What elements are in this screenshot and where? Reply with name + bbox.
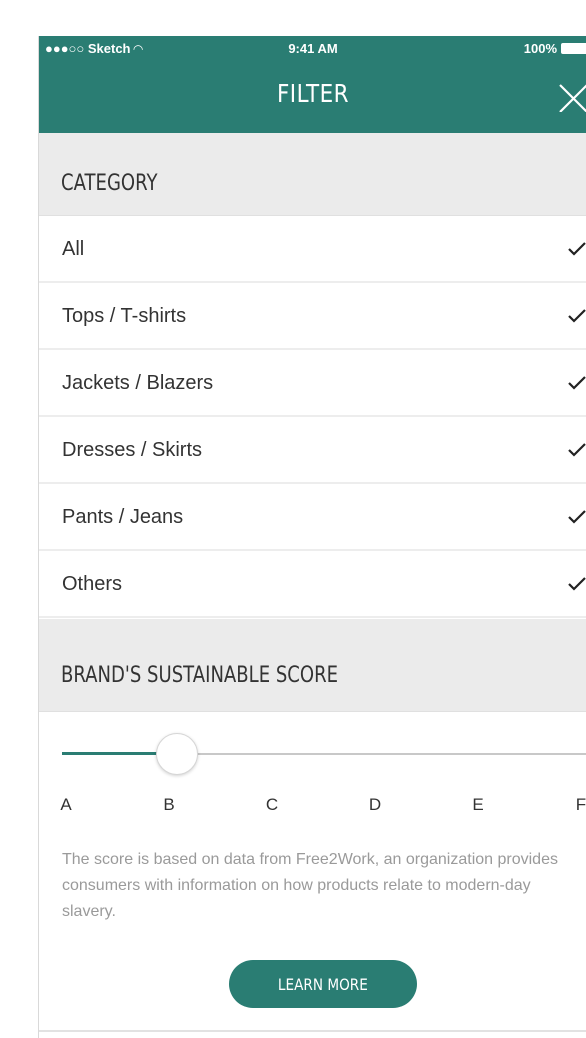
filter-header: ●●●○○ Sketch ◠ 9:41 AM 100% FILTER: [39, 36, 586, 133]
status-time: 9:41 AM: [288, 41, 338, 56]
category-heading: CATEGORY: [61, 171, 158, 196]
score-description: The score is based on data from Free2Wor…: [62, 851, 558, 920]
page-title: FILTER: [277, 79, 349, 108]
category-item-label: Others: [62, 573, 123, 595]
filter-screen: ●●●○○ Sketch ◠ 9:41 AM 100% FILTER CATEGO…: [38, 36, 586, 1038]
category-item-label: Dresses / Skirts: [62, 439, 203, 461]
grade-label: D: [368, 795, 382, 814]
grade-label: A: [60, 795, 72, 814]
close-icon[interactable]: [557, 82, 586, 112]
category-item-label: All: [62, 238, 85, 260]
grade-label: E: [472, 795, 484, 814]
category-item[interactable]: Others: [39, 551, 586, 618]
grade-label: F: [575, 795, 586, 814]
grade-label: B: [163, 795, 175, 814]
checkmark-icon: [568, 443, 586, 457]
category-item-label: Tops / T-shirts: [62, 305, 187, 327]
score-slider-thumb[interactable]: [156, 733, 198, 775]
category-item[interactable]: Tops / T-shirts: [39, 283, 586, 350]
checkmark-icon: [568, 309, 586, 323]
category-item-label: Jackets / Blazers: [62, 372, 214, 394]
category-item-label: Pants / Jeans: [62, 506, 184, 528]
checkmark-icon: [568, 242, 586, 256]
category-section-header: CATEGORY: [39, 133, 586, 216]
grade-label: C: [265, 795, 279, 814]
category-item[interactable]: Dresses / Skirts: [39, 417, 586, 484]
checkmark-icon: [568, 577, 586, 591]
learn-more-button[interactable]: LEARN MORE: [229, 960, 417, 1008]
battery-icon: [561, 43, 586, 54]
category-item[interactable]: Pants / Jeans: [39, 484, 586, 551]
category-item[interactable]: Jackets / Blazers: [39, 350, 586, 417]
status-bar: ●●●○○ Sketch ◠ 9:41 AM 100%: [39, 36, 586, 62]
score-heading: BRAND'S SUSTAINABLE SCORE: [61, 663, 339, 688]
checkmark-icon: [568, 376, 586, 390]
battery-percent: 100%: [523, 41, 557, 56]
category-item[interactable]: All: [39, 216, 586, 283]
score-section-header: BRAND'S SUSTAINABLE SCORE: [39, 619, 586, 712]
battery-status: 100%: [524, 41, 586, 56]
checkmark-icon: [568, 510, 586, 524]
bottom-divider: [39, 1030, 586, 1032]
learn-more-label: LEARN MORE: [278, 974, 368, 994]
